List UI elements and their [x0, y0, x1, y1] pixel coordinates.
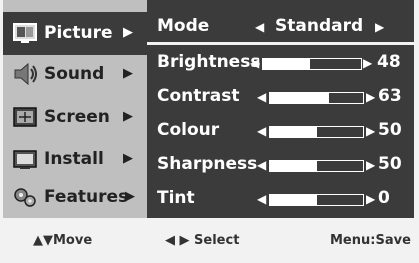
- tint-value: 0: [378, 188, 390, 208]
- menu-item-label: Install: [44, 149, 104, 169]
- setting-sharpness[interactable]: Sharpness ◀ ▶ 50: [147, 148, 414, 182]
- divider: [147, 42, 414, 45]
- contrast-value: 63: [378, 86, 402, 106]
- decrease-arrow-icon[interactable]: ◀: [255, 20, 264, 34]
- picture-icon: [11, 20, 39, 46]
- setting-label: Mode: [157, 16, 210, 36]
- increase-arrow-icon[interactable]: ▶: [375, 20, 384, 34]
- increase-arrow-icon[interactable]: ▶: [366, 90, 375, 104]
- menu-item-features[interactable]: Features ▶: [3, 176, 147, 219]
- screen-icon: [11, 104, 39, 130]
- slider-fill: [263, 59, 311, 69]
- increase-arrow-icon[interactable]: ▶: [363, 56, 372, 70]
- chevron-right-icon: ▶: [125, 189, 135, 204]
- save-hint: Menu:Save: [330, 233, 411, 248]
- colour-value: 50: [378, 120, 402, 140]
- setting-label: Colour: [157, 120, 220, 140]
- increase-arrow-icon[interactable]: ▶: [366, 158, 375, 172]
- select-hint: ◀ ▶ Select: [165, 233, 240, 248]
- setting-label: Tint: [157, 188, 195, 208]
- decrease-arrow-icon[interactable]: ◀: [257, 90, 266, 104]
- picture-settings-panel: Mode ◀ Standard ▶ Brightness ◀ ▶ 48 Cont…: [147, 0, 414, 218]
- setting-label: Contrast: [157, 86, 240, 106]
- sound-icon: [11, 61, 39, 87]
- tint-slider[interactable]: [269, 194, 364, 206]
- chevron-right-icon: ▶: [123, 66, 133, 81]
- setting-contrast[interactable]: Contrast ◀ ▶ 63: [147, 80, 414, 114]
- colour-slider[interactable]: [269, 126, 364, 138]
- move-hint: ▲▼Move: [33, 233, 93, 248]
- tv-osd-menu: Picture ▶ Sound ▶ Screen ▶ Install ▶ Fea…: [0, 0, 419, 263]
- main-menu: Picture ▶ Sound ▶ Screen ▶ Install ▶ Fea…: [3, 0, 147, 218]
- decrease-arrow-icon[interactable]: ◀: [250, 56, 259, 70]
- setting-label: Sharpness: [157, 154, 258, 174]
- slider-fill: [270, 161, 317, 171]
- brightness-value: 48: [377, 52, 401, 72]
- decrease-arrow-icon[interactable]: ◀: [257, 124, 266, 138]
- menu-item-sound[interactable]: Sound ▶: [3, 53, 147, 96]
- chevron-right-icon: ▶: [123, 25, 133, 40]
- menu-item-label: Screen: [44, 107, 110, 127]
- help-bar: ▲▼Move ◀ ▶ Select Menu:Save: [0, 218, 419, 263]
- sharpness-value: 50: [378, 154, 402, 174]
- setting-brightness[interactable]: Brightness ◀ ▶ 48: [147, 46, 414, 80]
- slider-fill: [270, 195, 317, 205]
- setting-label: Brightness: [157, 52, 261, 72]
- menu-item-label: Picture: [44, 23, 113, 43]
- chevron-right-icon: ▶: [123, 151, 133, 166]
- menu-item-label: Features: [44, 187, 129, 207]
- chevron-right-icon: ▶: [123, 109, 133, 124]
- install-icon: [11, 146, 39, 172]
- slider-fill: [270, 127, 317, 137]
- decrease-arrow-icon[interactable]: ◀: [257, 192, 266, 206]
- menu-item-install[interactable]: Install ▶: [3, 138, 147, 181]
- sharpness-slider[interactable]: [269, 160, 364, 172]
- features-icon: [11, 184, 39, 210]
- menu-item-label: Sound: [44, 64, 105, 84]
- brightness-slider[interactable]: [262, 58, 362, 70]
- setting-tint[interactable]: Tint ◀ ▶ 0: [147, 182, 414, 216]
- setting-mode[interactable]: Mode ◀ Standard ▶: [147, 10, 414, 44]
- menu-item-screen[interactable]: Screen ▶: [3, 96, 147, 139]
- setting-colour[interactable]: Colour ◀ ▶ 50: [147, 114, 414, 148]
- decrease-arrow-icon[interactable]: ◀: [257, 158, 266, 172]
- contrast-slider[interactable]: [269, 92, 364, 104]
- mode-value: Standard: [275, 16, 364, 36]
- slider-fill: [270, 93, 329, 103]
- menu-item-picture[interactable]: Picture ▶: [3, 12, 147, 55]
- increase-arrow-icon[interactable]: ▶: [366, 192, 375, 206]
- increase-arrow-icon[interactable]: ▶: [366, 124, 375, 138]
